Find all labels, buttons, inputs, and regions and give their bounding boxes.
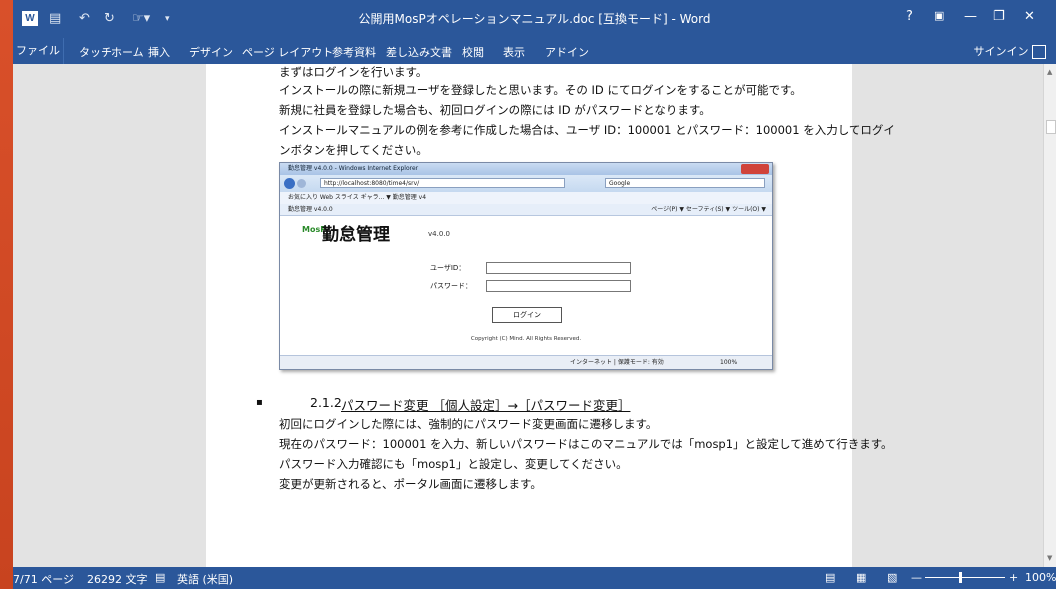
embedded-screenshot[interactable]: 勤怠管理 v4.0.0 - Windows Internet Explorer … (279, 162, 773, 370)
ie-zone: インターネット | 保護モード: 有効 (570, 359, 664, 366)
ie-address-bar: http://localhost:8080/time4/srv/ Google (280, 175, 772, 192)
signin-label: サインイン (973, 45, 1029, 58)
zoom-thumb[interactable] (959, 572, 962, 583)
ie-title-text: 勤怠管理 v4.0.0 - Windows Internet Explorer (288, 165, 419, 172)
doc-line: インストールの際に新規ユーザを登録したと思います。その ID にてログインをする… (279, 83, 802, 97)
document-page[interactable]: まずはログインを行います。 インストールの際に新規ユーザを登録したと思います。そ… (206, 64, 895, 567)
ie-tab-row: 勤怠管理 v4.0.0 ページ(P) ▼ セーフティ(S) ▼ ツール(O) ▼ (280, 204, 772, 216)
status-bar: 7/71 ページ 26292 文字 ▤ 英語 (米国) ▤ ▦ ▧ — + 10… (13, 567, 1056, 589)
ie-zoom: 100% (720, 359, 738, 366)
tab-review[interactable]: 校閲 (462, 44, 484, 60)
zoom-in-icon[interactable]: + (1009, 571, 1018, 584)
bullet-icon: ▪ (256, 397, 263, 408)
section-heading: パスワード変更 ［個人設定］→［パスワード変更］ (341, 398, 631, 413)
minimize-icon[interactable]: — (964, 9, 977, 24)
tab-page-layout[interactable]: ページ レイアウト (242, 44, 333, 60)
tab-insert[interactable]: 挿入 (148, 44, 170, 60)
user-icon (1032, 45, 1046, 59)
read-mode-icon[interactable]: ▤ (825, 571, 835, 584)
user-id-label: ユーザID： (430, 264, 466, 272)
doc-line: 現在のパスワード：100001 を入力、新しいパスワードはこのマニュアルでは「m… (279, 437, 893, 451)
tab-design[interactable]: デザイン (189, 44, 233, 60)
tab-addins[interactable]: アドイン (545, 44, 589, 60)
signin-link[interactable]: サインイン (973, 43, 1046, 59)
tab-references[interactable]: 参考資料 (332, 44, 376, 60)
document-title: 公開用MosPオペレーションマニュアル.doc [互換モード] - Word (358, 12, 711, 26)
ie-tab: 勤怠管理 v4.0.0 (288, 206, 333, 213)
restore-icon[interactable]: ❐ (993, 9, 1005, 24)
web-layout-icon[interactable]: ▧ (887, 571, 897, 584)
help-icon[interactable]: ? (906, 9, 913, 24)
app-version: v4.0.0 (428, 230, 450, 238)
user-id-input (486, 262, 631, 274)
word-count[interactable]: 26292 文字 (87, 571, 148, 587)
page-count[interactable]: 7/71 ページ (13, 571, 74, 587)
doc-line: インストールマニュアルの例を参考に作成した場合は、ユーザ ID：100001 と… (279, 123, 895, 137)
doc-line: ンボタンを押してください。 (279, 143, 428, 157)
document-area: まずはログインを行います。 インストールの際に新規ユーザを登録したと思います。そ… (13, 64, 1043, 567)
ie-back-icon (284, 178, 295, 189)
doc-line: 変更が更新されると、ポータル画面に遷移します。 (279, 477, 542, 491)
app-title: 勤怠管理 (322, 225, 390, 245)
ie-status-bar: インターネット | 保護モード: 有効 100% (280, 355, 772, 369)
title-bar: W ▤ ↶ ↻ ☞▾ ▾ 公開用MosPオペレーションマニュアル.doc [互換… (13, 0, 1056, 38)
ie-url: http://localhost:8080/time4/srv/ (320, 178, 565, 188)
word-window: W ▤ ↶ ↻ ☞▾ ▾ 公開用MosPオペレーションマニュアル.doc [互換… (13, 0, 1056, 589)
vertical-scrollbar[interactable]: ▲ ▼ (1043, 64, 1056, 567)
scroll-down-icon[interactable]: ▼ (1047, 554, 1052, 562)
close-icon[interactable]: ✕ (1024, 9, 1035, 24)
password-input (486, 280, 631, 292)
login-button: ログイン (492, 307, 562, 323)
password-label: パスワード： (430, 282, 472, 290)
tab-mailings[interactable]: 差し込み文書 (386, 44, 452, 60)
tab-view[interactable]: 表示 (503, 44, 525, 60)
ie-close-icon (741, 164, 769, 174)
ribbon-tabs: ファイル タッチ ホーム 挿入 デザイン ページ レイアウト 参考資料 差し込み… (13, 38, 1056, 64)
zoom-out-icon[interactable]: — (911, 571, 922, 584)
doc-line: 新規に社員を登録した場合も、初回ログインの際には ID がパスワードとなります。 (279, 103, 711, 117)
scroll-up-icon[interactable]: ▲ (1047, 68, 1052, 76)
tab-file[interactable]: ファイル (13, 38, 64, 64)
ie-tools: ページ(P) ▼ セーフティ(S) ▼ ツール(O) ▼ (651, 206, 766, 213)
print-layout-icon[interactable]: ▦ (856, 571, 866, 584)
copyright: Copyright (C) Mind. All Rights Reserved. (470, 336, 582, 342)
ie-search: Google (605, 178, 765, 188)
doc-line: パスワード入力確認にも「mosp1」と設定し、変更してください。 (279, 457, 628, 471)
language[interactable]: 英語 (米国) (177, 571, 233, 587)
ribbon-display-icon[interactable]: ▣ (934, 9, 944, 22)
tab-home[interactable]: ホーム (111, 44, 144, 60)
scroll-thumb[interactable] (1046, 120, 1056, 134)
zoom-slider[interactable] (925, 577, 1005, 578)
ie-favorites-bar: お気に入り Web スライス ギャラ... ▼ 勤怠管理 v4 (280, 192, 772, 204)
ie-forward-icon (297, 179, 306, 188)
doc-line: まずはログインを行います。 (279, 65, 428, 79)
zoom-level[interactable]: 100% (1025, 571, 1056, 584)
section-number: 2.1.2 (310, 395, 342, 410)
app-strip (0, 0, 13, 589)
proofing-icon[interactable]: ▤ (155, 571, 165, 584)
doc-line: 初回にログインした際には、強制的にパスワード変更画面に遷移します。 (279, 417, 658, 431)
ie-title: 勤怠管理 v4.0.0 - Windows Internet Explorer (280, 163, 772, 175)
tab-touch[interactable]: タッチ (79, 44, 112, 60)
